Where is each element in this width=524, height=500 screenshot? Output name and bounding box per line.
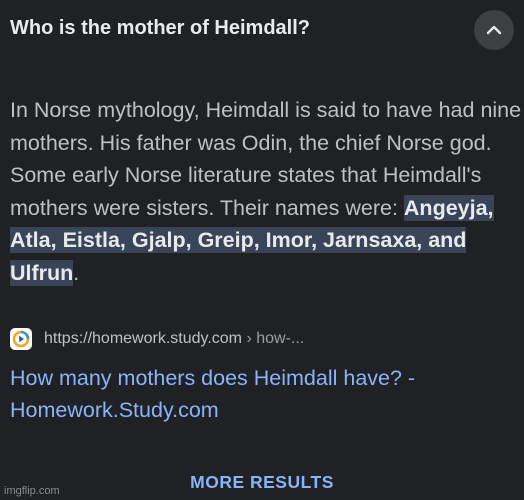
question-title[interactable]: Who is the mother of Heimdall? xyxy=(10,17,310,40)
source-path: › how-... xyxy=(242,330,305,347)
imgflip-watermark: imgflip.com xyxy=(4,485,60,497)
source-url[interactable]: https://homework.study.com › how-... xyxy=(44,330,304,348)
result-title-link[interactable]: How many mothers does Heimdall have? - H… xyxy=(10,362,480,426)
collapse-button[interactable] xyxy=(474,10,514,50)
question-header[interactable]: Who is the mother of Heimdall? xyxy=(0,0,524,64)
source-citation[interactable]: https://homework.study.com › how-... xyxy=(10,326,304,352)
more-results-button[interactable]: MORE RESULTS xyxy=(0,472,524,493)
study-com-play-icon xyxy=(10,328,32,350)
featured-snippet-panel: Who is the mother of Heimdall? In Norse … xyxy=(0,0,524,500)
chevron-up-icon xyxy=(486,25,502,35)
answer-snippet: In Norse mythology, Heimdall is said to … xyxy=(10,94,522,289)
answer-period: . xyxy=(73,260,80,285)
source-domain: https://homework.study.com xyxy=(44,330,242,347)
